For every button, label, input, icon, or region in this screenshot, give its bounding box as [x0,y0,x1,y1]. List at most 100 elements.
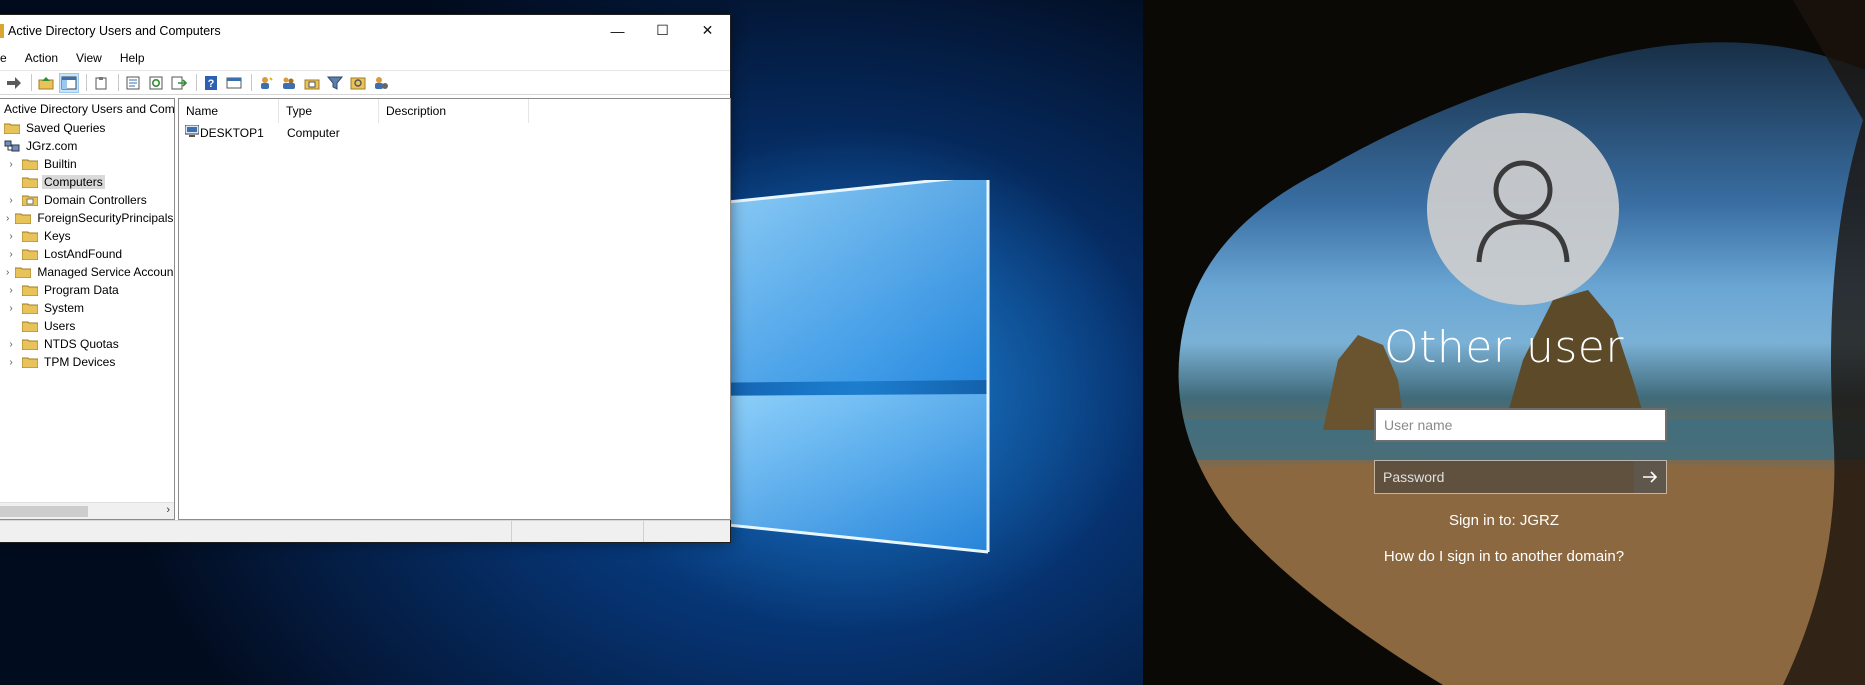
tree-item-label: Builtin [44,157,77,171]
chevron-right-icon[interactable]: › [6,231,16,242]
folder-icon [4,122,20,134]
tree-item[interactable]: › System [0,299,174,317]
tree-item[interactable]: JGrz.com [0,137,174,155]
menu-file[interactable]: e [0,51,16,65]
tree-item-label: JGrz.com [26,139,78,153]
tree-item[interactable]: Saved Queries [0,119,174,137]
person-icon [1476,160,1570,263]
tree-item-label: Domain Controllers [44,193,147,207]
column-header-name[interactable]: Name [179,99,279,123]
chevron-right-icon[interactable]: › [6,213,9,224]
status-segment [644,521,730,542]
chevron-right-icon[interactable]: › [6,357,16,368]
chevron-right-icon[interactable]: › [6,303,16,314]
chevron-right-icon[interactable]: › [6,195,16,206]
tree-item-label: Saved Queries [26,121,106,135]
tree-item[interactable]: Computers [0,173,174,191]
console-icon[interactable] [224,73,244,93]
tree-item[interactable]: › LostAndFound [0,245,174,263]
sign-in-domain-text: Sign in to: JGRZ [1448,512,1560,529]
tree-item[interactable]: › ForeignSecurityPrincipals [0,209,174,227]
window-title: Active Directory Users and Computers [8,23,221,38]
folder-icon [22,302,38,314]
other-domain-link[interactable]: How do I sign in to another domain? [1143,548,1865,565]
computer-icon [179,124,200,141]
domain-icon [4,140,20,152]
close-button[interactable]: ✕ [685,15,730,46]
aduc-window[interactable]: Active Directory Users and Computers — ☐… [0,14,731,543]
username-field[interactable] [1374,408,1667,442]
tree-horizontal-scrollbar[interactable]: › [0,502,174,519]
lock-screen: Other user Sign in to: JGRZ How do I sig… [1143,0,1865,685]
tree-item-label: Computers [42,175,105,189]
maximize-button[interactable]: ☐ [640,15,685,46]
menu-bar: e Action View Help [0,46,730,70]
tree-item[interactable]: › Managed Service Accoun [0,263,174,281]
chevron-right-icon[interactable]: › [6,339,16,350]
folder-icon [22,284,38,296]
delegate-icon[interactable] [371,73,391,93]
clipboard-icon[interactable] [91,73,111,93]
new-ou-icon[interactable] [302,73,322,93]
status-segment [0,521,512,542]
tree-root-label: Active Directory Users and Com [4,102,175,116]
tree-item-label: LostAndFound [44,247,123,261]
menu-view[interactable]: View [67,51,111,65]
title-bar[interactable]: Active Directory Users and Computers — ☐… [0,15,730,46]
new-user-icon[interactable] [256,73,276,93]
chevron-right-icon[interactable]: › [6,159,16,170]
console-tree[interactable]: Active Directory Users and Com Saved Que… [0,98,175,520]
tree-root[interactable]: Active Directory Users and Com [0,99,174,119]
list-item-name: DESKTOP1 [200,126,264,140]
list-item[interactable]: DESKTOP1 Computer [179,123,730,143]
toolbar-separator [118,74,119,91]
filter-icon[interactable] [325,73,345,93]
column-header-description[interactable]: Description [379,99,529,123]
tree-item[interactable]: › NTDS Quotas [0,335,174,353]
tree-item[interactable]: › Program Data [0,281,174,299]
tree-item[interactable]: › Domain Controllers [0,191,174,209]
content-panes: Active Directory Users and Com Saved Que… [0,98,731,520]
scroll-right-arrow-icon[interactable]: › [166,504,170,516]
details-list[interactable]: Name Type Description DESKTOP1 Computer [178,98,731,520]
folder-icon [22,338,38,350]
tree-item-label: NTDS Quotas [44,337,119,351]
scrollbar-thumb[interactable] [0,506,88,517]
chevron-right-icon[interactable]: › [6,285,16,296]
minimize-button[interactable]: — [595,15,640,46]
tree-item[interactable]: › TPM Devices [0,353,174,371]
new-group-icon[interactable] [279,73,299,93]
menu-action[interactable]: Action [16,51,67,65]
menu-help[interactable]: Help [111,51,154,65]
tree-item-label: ForeignSecurityPrincipals [37,211,174,225]
properties-icon[interactable] [123,73,143,93]
refresh-icon[interactable] [146,73,166,93]
folder-icon [22,320,38,332]
column-header-type[interactable]: Type [279,99,379,123]
tree-item[interactable]: › Builtin [0,155,174,173]
help-icon[interactable]: ? [201,73,221,93]
tree-item-label: Keys [44,229,71,243]
username-title: Other user [1384,322,1624,373]
tree-item[interactable]: › Keys [0,227,174,245]
folder-icon [22,230,38,242]
find-icon[interactable] [348,73,368,93]
status-segment [512,521,644,542]
toolbar-separator [86,74,87,91]
tree-item-label: TPM Devices [44,355,116,369]
status-bar [0,520,730,542]
export-icon[interactable] [169,73,189,93]
password-field[interactable] [1375,461,1634,493]
desktop-background: Active Directory Users and Computers — ☐… [0,0,1143,685]
folder-icon [22,248,38,260]
chevron-right-icon[interactable]: › [6,267,9,278]
show-tree-icon[interactable] [59,72,79,93]
forward-arrow-icon[interactable] [4,73,24,93]
app-icon [0,23,4,38]
user-avatar [1427,113,1619,305]
chevron-right-icon[interactable]: › [6,249,16,260]
tree-item[interactable]: Users [0,317,174,335]
submit-arrow-button[interactable] [1634,461,1666,493]
folder-icon [22,176,38,188]
up-folder-icon[interactable] [36,73,56,93]
